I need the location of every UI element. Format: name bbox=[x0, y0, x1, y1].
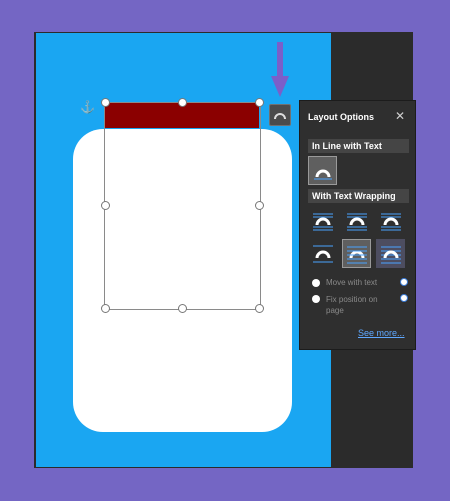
move-with-text-row[interactable]: Move with text bbox=[312, 278, 377, 287]
panel-title: Layout Options bbox=[308, 112, 374, 122]
wrap-top-bottom-icon bbox=[312, 245, 333, 262]
fix-position-row[interactable]: Fix position on page bbox=[312, 294, 392, 316]
inline-with-text-option[interactable] bbox=[308, 156, 337, 185]
wrap-through-option[interactable] bbox=[376, 207, 405, 236]
resize-handle-top-right[interactable] bbox=[255, 98, 264, 107]
inline-wrap-icon bbox=[313, 169, 332, 179]
wrap-semicircle-icon bbox=[274, 113, 286, 119]
resize-handle-bottom-right[interactable] bbox=[255, 304, 264, 313]
wrap-through-icon bbox=[380, 213, 401, 230]
anchor-icon: ⚓ bbox=[80, 100, 95, 114]
resize-handle-bottom-left[interactable] bbox=[101, 304, 110, 313]
wrap-tight-icon bbox=[346, 213, 367, 230]
pointer-arrow-icon bbox=[271, 42, 289, 97]
close-icon[interactable]: ✕ bbox=[395, 109, 405, 123]
wrap-behind-icon bbox=[346, 246, 367, 263]
fix-position-label: Fix position on page bbox=[326, 295, 378, 315]
wrap-square-option[interactable] bbox=[308, 207, 337, 236]
resize-handle-top[interactable] bbox=[178, 98, 187, 107]
wrap-in-front-option[interactable] bbox=[376, 239, 405, 268]
layout-options-panel: Layout Options ✕ In Line with Text With … bbox=[299, 100, 416, 350]
move-with-text-radio[interactable] bbox=[312, 279, 320, 287]
info-icon[interactable] bbox=[400, 278, 408, 286]
see-more-link[interactable]: See more... bbox=[358, 328, 405, 338]
selection-box[interactable] bbox=[104, 102, 261, 310]
move-with-text-label: Move with text bbox=[326, 278, 378, 287]
resize-handle-right[interactable] bbox=[255, 201, 264, 210]
info-icon[interactable] bbox=[400, 294, 408, 302]
section-wrapping-header: With Text Wrapping bbox=[308, 189, 409, 203]
fix-position-radio[interactable] bbox=[312, 295, 320, 303]
wrap-tight-option[interactable] bbox=[342, 207, 371, 236]
wrap-behind-text-option[interactable] bbox=[342, 239, 371, 268]
wrap-top-bottom-option[interactable] bbox=[308, 239, 337, 268]
resize-handle-left[interactable] bbox=[101, 201, 110, 210]
resize-handle-bottom[interactable] bbox=[178, 304, 187, 313]
wrap-square-icon bbox=[312, 213, 333, 230]
section-inline-header: In Line with Text bbox=[308, 139, 409, 153]
resize-handle-top-left[interactable] bbox=[101, 98, 110, 107]
layout-options-button[interactable] bbox=[269, 104, 291, 126]
wrap-in-front-icon bbox=[380, 246, 401, 263]
